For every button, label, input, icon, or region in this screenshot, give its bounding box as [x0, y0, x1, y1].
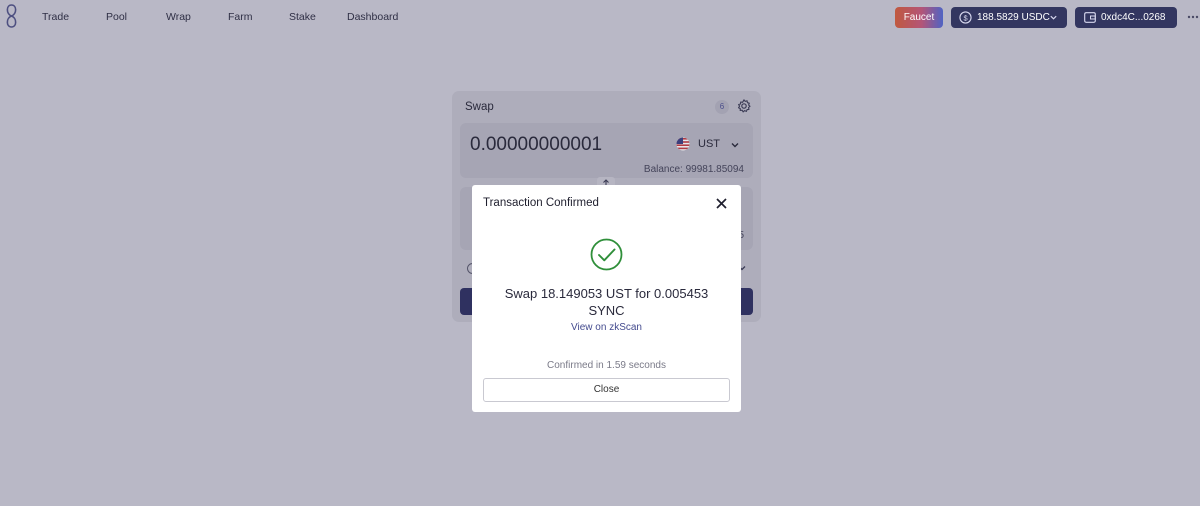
account-button[interactable]: 0xdc4C...0268	[1075, 7, 1177, 28]
balance-token: USDC	[1021, 12, 1050, 23]
transaction-confirmed-modal: Transaction Confirmed Swap 18.149053 UST…	[472, 185, 741, 412]
nav-trade[interactable]: Trade	[42, 11, 69, 23]
view-on-zkscan-link[interactable]: View on zkScan	[472, 322, 741, 333]
coin-icon: $	[959, 11, 972, 24]
from-balance: Balance: 99981.85094	[643, 164, 744, 175]
nav-stake[interactable]: Stake	[289, 11, 316, 23]
nav-dashboard[interactable]: Dashboard	[347, 11, 398, 23]
nav-farm[interactable]: Farm	[228, 11, 253, 23]
modal-title: Transaction Confirmed	[483, 197, 599, 209]
from-token-panel: UST Balance: 99981.85094	[460, 123, 753, 178]
chevron-down-icon	[1050, 15, 1057, 20]
balance-text: 188.5829 USDC	[977, 7, 1050, 28]
svg-text:$: $	[963, 13, 967, 22]
more-icon[interactable]	[1187, 8, 1199, 26]
nav-pool[interactable]: Pool	[106, 11, 127, 23]
swap-title: Swap	[465, 101, 494, 113]
from-token-symbol: UST	[698, 138, 720, 150]
nav-wrap[interactable]: Wrap	[166, 11, 191, 23]
wallet-icon	[1084, 12, 1096, 23]
from-amount-input[interactable]	[470, 133, 660, 157]
gear-icon[interactable]	[737, 99, 751, 113]
confirmation-time: Confirmed in 1.59 seconds	[547, 360, 666, 371]
chevron-down-icon	[731, 143, 739, 148]
close-icon[interactable]	[716, 198, 727, 209]
confirmation-message-line1: Swap 18.149053 UST for 0.005453	[504, 286, 709, 301]
flag-icon	[676, 137, 690, 151]
faucet-button[interactable]: Faucet	[895, 7, 943, 28]
confirmation-message-line2: SYNC	[588, 303, 625, 318]
balance-button[interactable]: $ 188.5829 USDC	[951, 7, 1067, 28]
top-nav-bar: Trade Pool Wrap Farm Stake Dashboard Fau…	[0, 0, 1200, 34]
check-circle-icon	[590, 238, 623, 271]
logo-icon[interactable]	[3, 3, 20, 29]
from-token-select[interactable]: UST	[676, 135, 744, 155]
close-button[interactable]: Close	[483, 378, 730, 402]
confirmation-message: Swap 18.149053 UST for 0.005453 SYNC	[492, 285, 721, 319]
account-address: 0xdc4C...0268	[1101, 12, 1166, 23]
pending-tx-badge[interactable]: 6	[715, 100, 729, 114]
balance-amount: 188.5829	[977, 12, 1019, 23]
